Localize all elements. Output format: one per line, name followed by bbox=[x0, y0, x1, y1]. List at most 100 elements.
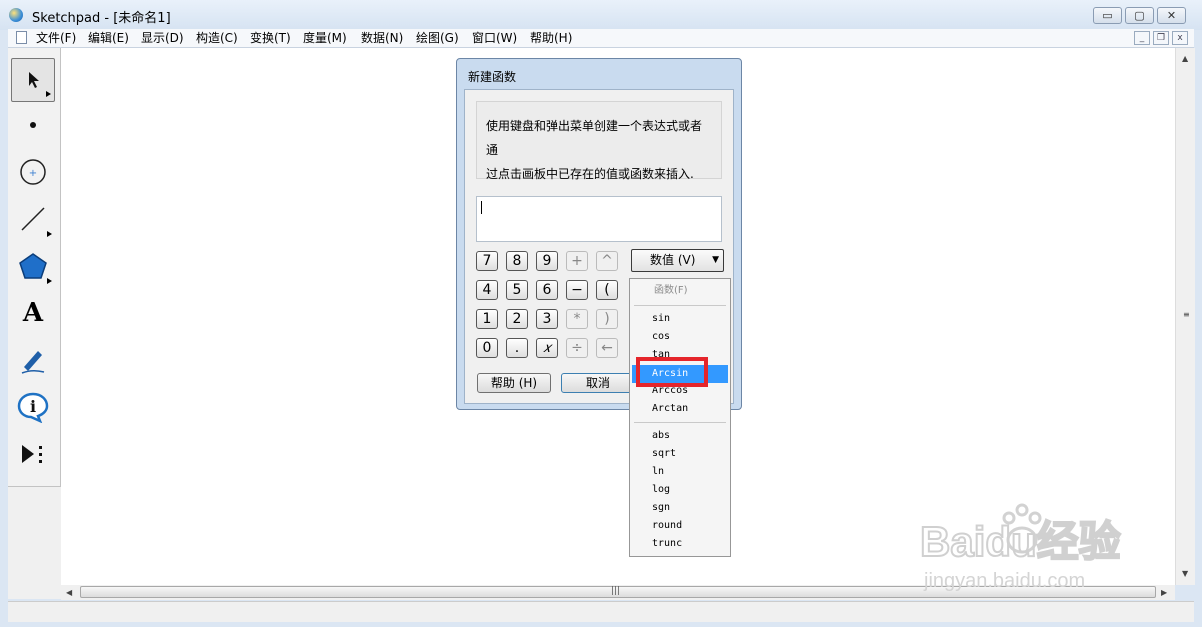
menu-item-trunc[interactable]: trunc bbox=[652, 536, 682, 552]
key-0[interactable]: 0 bbox=[476, 338, 498, 358]
line-segment-icon bbox=[21, 207, 45, 231]
key-power[interactable]: ^ bbox=[596, 251, 618, 271]
title-bar: Sketchpad - [未命名1] ▭ ▢ ✕ bbox=[0, 0, 1202, 30]
menu-item-sin[interactable]: sin bbox=[652, 311, 670, 327]
status-bar bbox=[8, 601, 1194, 622]
marker-icon bbox=[21, 351, 45, 374]
key-6[interactable]: 6 bbox=[536, 280, 558, 300]
instructions-panel: 使用键盘和弹出菜单创建一个表达式或者通 过点击画板中已存在的值或函数来插入. bbox=[476, 101, 722, 181]
menu-item-cos[interactable]: cos bbox=[652, 329, 670, 345]
values-dropdown[interactable]: 数值 (V) ▼ bbox=[631, 249, 724, 272]
key-3[interactable]: 3 bbox=[536, 309, 558, 329]
point-icon bbox=[30, 122, 36, 128]
key-close-paren[interactable]: ) bbox=[596, 309, 618, 329]
menu-item-sqrt[interactable]: sqrt bbox=[652, 446, 676, 462]
text-tool[interactable]: A bbox=[11, 291, 55, 335]
play-custom-tools-icon bbox=[22, 445, 42, 463]
point-tool[interactable] bbox=[11, 103, 55, 147]
menu-bar: 文件(F) 编辑(E) 显示(D) 构造(C) 变换(T) 度量(M) 数据(N… bbox=[8, 29, 1194, 48]
information-tool[interactable]: i bbox=[11, 385, 55, 429]
chevron-down-icon: ▼ bbox=[712, 255, 719, 265]
key-1[interactable]: 1 bbox=[476, 309, 498, 329]
menu-separator bbox=[634, 305, 726, 306]
key-backspace[interactable]: ← bbox=[596, 338, 618, 358]
app-icon bbox=[9, 8, 23, 22]
polygon-tool[interactable] bbox=[11, 244, 55, 288]
selection-arrow-tool[interactable] bbox=[11, 58, 55, 102]
straightedge-tool[interactable] bbox=[11, 197, 55, 241]
compass-tool[interactable]: + bbox=[11, 150, 55, 194]
menu-measure[interactable]: 度量(M) bbox=[303, 30, 347, 46]
cancel-button[interactable]: 取消 bbox=[561, 373, 635, 393]
instructions-line-1: 使用键盘和弹出菜单创建一个表达式或者通 bbox=[486, 119, 703, 157]
baidu-watermark: Baidu经验 jingyan.baidu.com bbox=[916, 496, 1146, 594]
close-button[interactable]: ✕ bbox=[1157, 7, 1186, 24]
key-open-paren[interactable]: ( bbox=[596, 280, 618, 300]
menu-file[interactable]: 文件(F) bbox=[36, 30, 76, 46]
scroll-left-icon[interactable]: ◀ bbox=[66, 588, 72, 597]
marker-tool[interactable] bbox=[11, 338, 55, 382]
menu-item-round[interactable]: round bbox=[652, 518, 682, 534]
scroll-thumb-grip-icon[interactable]: ≡ bbox=[1183, 310, 1190, 319]
information-icon: i bbox=[17, 392, 49, 423]
tool-submenu-indicator bbox=[47, 278, 52, 284]
menu-help[interactable]: 帮助(H) bbox=[530, 30, 572, 46]
doc-close-button[interactable]: x bbox=[1172, 31, 1188, 45]
menu-item-sgn[interactable]: sgn bbox=[652, 500, 670, 516]
help-button[interactable]: 帮助 (H) bbox=[477, 373, 551, 393]
annotation-highlight-box bbox=[636, 357, 708, 387]
menu-separator bbox=[634, 422, 726, 423]
key-divide[interactable]: ÷ bbox=[566, 338, 588, 358]
svg-text:i: i bbox=[30, 397, 36, 416]
key-x-variable[interactable]: 𝑥 bbox=[536, 338, 558, 358]
key-minus[interactable]: − bbox=[566, 280, 588, 300]
document-icon[interactable] bbox=[16, 31, 27, 44]
menu-item-log[interactable]: log bbox=[652, 482, 670, 498]
menu-window[interactable]: 窗口(W) bbox=[472, 30, 517, 46]
menu-construct[interactable]: 构造(C) bbox=[196, 30, 238, 46]
key-4[interactable]: 4 bbox=[476, 280, 498, 300]
function-menu: 函数(F) sin cos tan Arcsin Arccos Arctan a… bbox=[629, 278, 731, 557]
menu-display[interactable]: 显示(D) bbox=[141, 30, 184, 46]
scroll-up-icon[interactable]: ▲ bbox=[1182, 54, 1188, 63]
doc-minimize-button[interactable]: _ bbox=[1134, 31, 1150, 45]
key-multiply[interactable]: * bbox=[566, 309, 588, 329]
toolbox: + A i bbox=[8, 48, 61, 487]
window-title: Sketchpad - [未命名1] bbox=[32, 11, 171, 26]
circle-icon: + bbox=[20, 159, 46, 185]
key-8[interactable]: 8 bbox=[506, 251, 528, 271]
expression-input[interactable] bbox=[476, 196, 722, 242]
scroll-right-icon[interactable]: ▶ bbox=[1161, 588, 1167, 597]
menu-edit[interactable]: 编辑(E) bbox=[88, 30, 129, 46]
function-menu-header: 函数(F) bbox=[654, 285, 688, 296]
watermark-url: jingyan.baidu.com bbox=[924, 570, 1086, 592]
minimize-button[interactable]: ▭ bbox=[1093, 7, 1122, 24]
tool-submenu-indicator bbox=[47, 231, 52, 237]
tool-submenu-indicator bbox=[46, 91, 51, 97]
doc-restore-button[interactable]: ❐ bbox=[1153, 31, 1169, 45]
menu-item-arctan[interactable]: Arctan bbox=[652, 401, 688, 417]
key-2[interactable]: 2 bbox=[506, 309, 528, 329]
menu-transform[interactable]: 变换(T) bbox=[250, 30, 291, 46]
key-7[interactable]: 7 bbox=[476, 251, 498, 271]
menu-item-abs[interactable]: abs bbox=[652, 428, 670, 444]
custom-tools[interactable] bbox=[11, 432, 55, 476]
scroll-down-icon[interactable]: ▼ bbox=[1182, 569, 1188, 578]
key-9[interactable]: 9 bbox=[536, 251, 558, 271]
svg-text:+: + bbox=[29, 168, 37, 179]
values-dropdown-label: 数值 (V) bbox=[650, 253, 696, 267]
key-decimal[interactable]: . bbox=[506, 338, 528, 358]
vertical-scrollbar[interactable]: ▲ ≡ ▼ bbox=[1175, 48, 1195, 585]
arrow-cursor-icon bbox=[29, 72, 39, 88]
text-caret bbox=[481, 201, 482, 214]
polygon-icon bbox=[19, 253, 47, 279]
toolbox-empty-area bbox=[8, 487, 61, 599]
menu-data[interactable]: 数据(N) bbox=[361, 30, 403, 46]
menu-item-ln[interactable]: ln bbox=[652, 464, 664, 480]
key-5[interactable]: 5 bbox=[506, 280, 528, 300]
instructions-line-2: 过点击画板中已存在的值或函数来插入. bbox=[486, 167, 694, 181]
menu-graph[interactable]: 绘图(G) bbox=[416, 30, 459, 46]
scroll-thumb-grip-icon: ||| bbox=[611, 586, 621, 596]
maximize-button[interactable]: ▢ bbox=[1125, 7, 1154, 24]
key-plus[interactable]: + bbox=[566, 251, 588, 271]
